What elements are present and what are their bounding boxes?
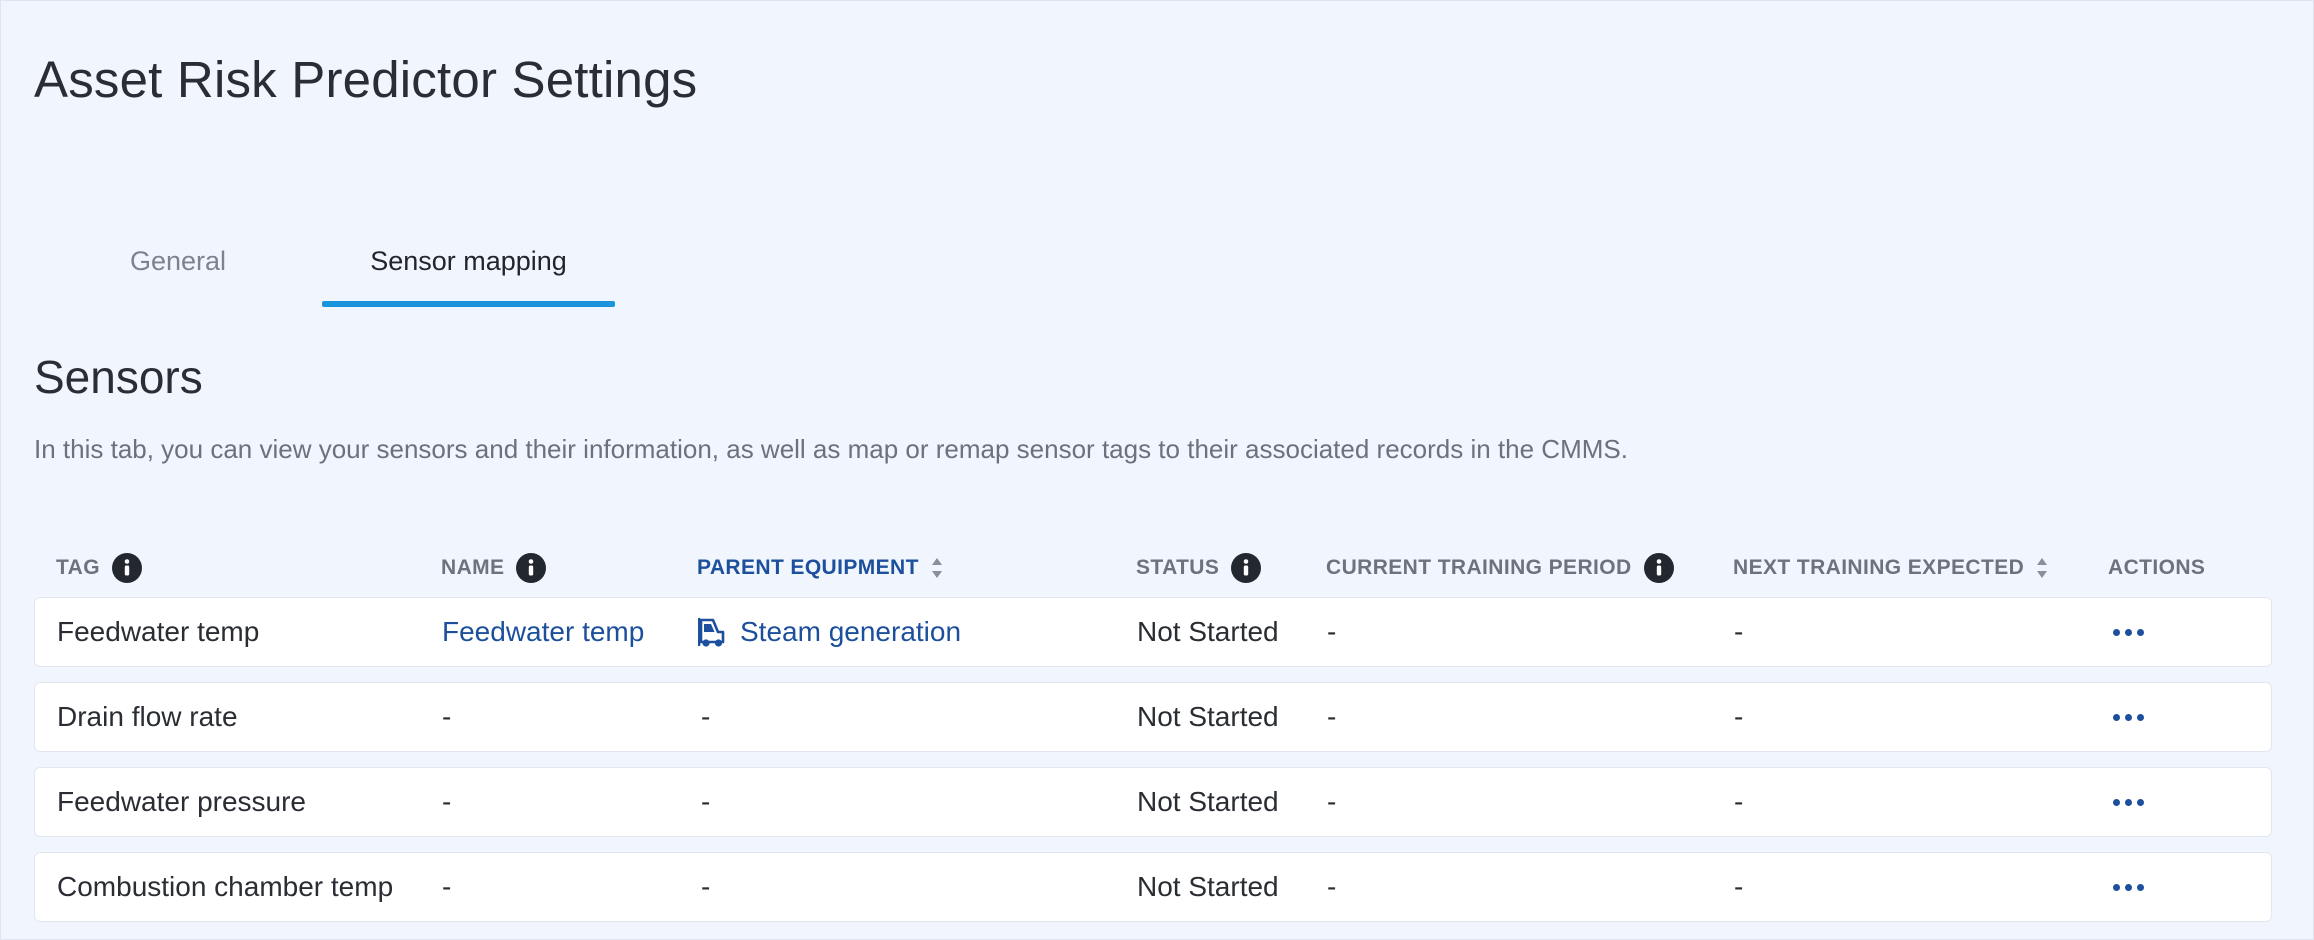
sort-icon[interactable] bbox=[931, 557, 943, 579]
table-row: Feedwater pressure - - Not Started - - bbox=[34, 767, 2272, 837]
column-header-label: CURRENT TRAINING PERIOD bbox=[1326, 556, 1632, 579]
info-icon[interactable] bbox=[111, 553, 142, 583]
cell-tag: Feedwater pressure bbox=[57, 786, 307, 817]
column-header-label: NEXT TRAINING EXPECTED bbox=[1733, 556, 2025, 579]
sort-icon[interactable] bbox=[2036, 557, 2048, 579]
cell-parent-equipment: - bbox=[701, 786, 711, 817]
page-title: Asset Risk Predictor Settings bbox=[34, 51, 698, 108]
table-row: Feedwater temp Feedwater temp Steam gene… bbox=[34, 597, 2272, 667]
cell-tag: Combustion chamber temp bbox=[57, 871, 394, 902]
cell-name: - bbox=[442, 871, 452, 902]
parent-equipment-label: Steam generation bbox=[740, 616, 962, 647]
cell-current-training-period: - bbox=[1327, 701, 1337, 732]
cell-parent-equipment: - bbox=[701, 701, 711, 732]
column-header-label: PARENT EQUIPMENT bbox=[697, 556, 919, 579]
active-tab-indicator bbox=[322, 301, 615, 307]
cell-status: Not Started bbox=[1137, 786, 1279, 817]
info-icon[interactable] bbox=[516, 553, 547, 583]
cell-actions bbox=[2109, 853, 2148, 921]
cell-actions bbox=[2109, 768, 2148, 836]
tab-sensor-mapping[interactable]: Sensor mapping bbox=[322, 238, 615, 308]
cell-name-link[interactable]: Feedwater temp bbox=[442, 598, 644, 666]
cell-current-training-period: - bbox=[1327, 786, 1337, 817]
table-header: TAG NAME PARENT EQUIPMENT STATUS CURRENT… bbox=[34, 552, 2272, 584]
section-title: Sensors bbox=[34, 351, 203, 403]
cell-parent-equipment: - bbox=[701, 871, 711, 902]
column-header-tag: TAG bbox=[56, 552, 142, 584]
column-header-label: TAG bbox=[56, 556, 100, 579]
more-horizontal-icon[interactable] bbox=[2109, 704, 2148, 731]
more-horizontal-icon[interactable] bbox=[2109, 874, 2148, 901]
cell-current-training-period: - bbox=[1327, 616, 1337, 647]
column-header-next-training-expected[interactable]: NEXT TRAINING EXPECTED bbox=[1733, 552, 2048, 584]
cell-next-training-expected: - bbox=[1734, 616, 1744, 647]
section-description: In this tab, you can view your sensors a… bbox=[34, 434, 1628, 464]
tab-bar: General Sensor mapping bbox=[0, 238, 700, 308]
tab-general[interactable]: General bbox=[100, 238, 256, 308]
cell-status: Not Started bbox=[1137, 701, 1279, 732]
more-horizontal-icon[interactable] bbox=[2109, 619, 2148, 646]
cell-name: - bbox=[442, 701, 452, 732]
cell-name: - bbox=[442, 786, 452, 817]
cell-next-training-expected: - bbox=[1734, 786, 1744, 817]
column-header-label: NAME bbox=[441, 556, 505, 579]
cell-next-training-expected: - bbox=[1734, 871, 1744, 902]
column-header-status: STATUS bbox=[1136, 552, 1262, 584]
cell-current-training-period: - bbox=[1327, 871, 1337, 902]
cell-tag: Drain flow rate bbox=[57, 701, 238, 732]
column-header-label: STATUS bbox=[1136, 556, 1220, 579]
info-icon[interactable] bbox=[1231, 553, 1262, 583]
cell-status: Not Started bbox=[1137, 616, 1279, 647]
cell-tag: Feedwater temp bbox=[57, 616, 260, 647]
cell-status: Not Started bbox=[1137, 871, 1279, 902]
table-row: Combustion chamber temp - - Not Started … bbox=[34, 852, 2272, 922]
column-header-current-training-period: CURRENT TRAINING PERIOD bbox=[1326, 552, 1674, 584]
cell-actions bbox=[2109, 683, 2148, 751]
column-header-label: ACTIONS bbox=[2108, 556, 2206, 579]
more-horizontal-icon[interactable] bbox=[2109, 789, 2148, 816]
info-icon[interactable] bbox=[1643, 553, 1674, 583]
column-header-actions: ACTIONS bbox=[2108, 552, 2205, 584]
table-row: Drain flow rate - - Not Started - - bbox=[34, 682, 2272, 752]
cell-actions bbox=[2109, 598, 2148, 666]
forklift-icon bbox=[698, 618, 725, 647]
cell-parent-equipment-link[interactable]: Steam generation bbox=[698, 598, 961, 666]
column-header-parent-equipment[interactable]: PARENT EQUIPMENT bbox=[697, 552, 943, 584]
cell-next-training-expected: - bbox=[1734, 701, 1744, 732]
column-header-name: NAME bbox=[441, 552, 547, 584]
